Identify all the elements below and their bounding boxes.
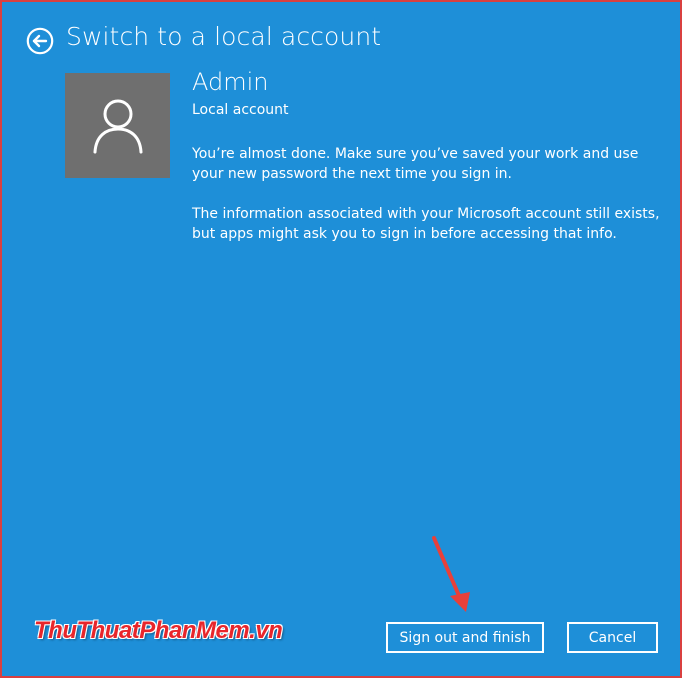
annotation-arrow-icon [432,536,470,612]
cancel-button[interactable]: Cancel [567,622,658,653]
user-icon [93,99,142,153]
arrow-left-circle-icon [26,27,54,55]
account-name: Admin [192,68,269,96]
back-button[interactable] [26,27,54,55]
avatar [65,73,170,178]
switch-account-window: Switch to a local account Admin Local ac… [0,0,682,678]
account-type: Local account [192,102,289,118]
microsoft-account-info-message: The information associated with your Mic… [192,206,660,242]
page-title: Switch to a local account [66,22,382,51]
watermark-logo: ThuThuatPhanMem.vn [34,617,283,644]
sign-out-and-finish-button[interactable]: Sign out and finish [386,622,544,653]
completion-message: You’re almost done. Make sure you’ve sav… [192,146,639,182]
